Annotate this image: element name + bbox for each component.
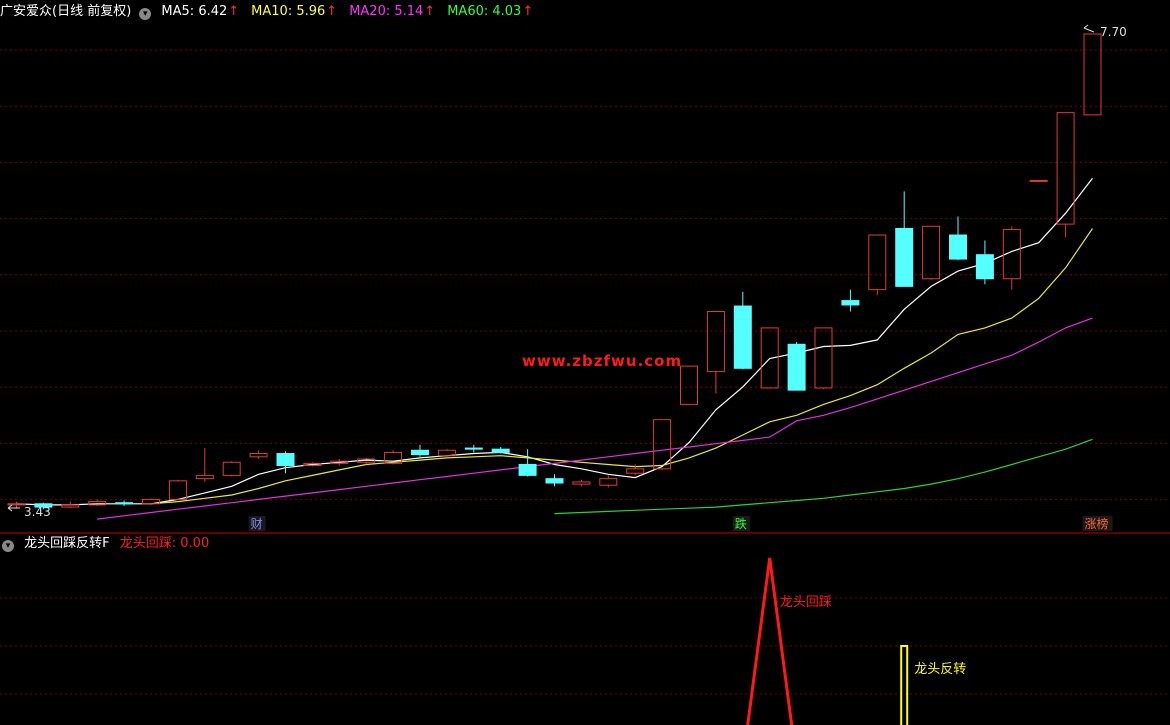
pointer-arrow-icon xyxy=(7,504,20,512)
candle xyxy=(680,365,698,405)
up-arrow-icon: ↑ xyxy=(228,4,240,19)
candle xyxy=(142,498,160,505)
event-tag: 涨榜 xyxy=(1085,516,1109,531)
low-price-label: 3.43 xyxy=(24,505,51,519)
candle-body xyxy=(841,300,860,306)
candle-body xyxy=(1029,179,1048,182)
candle xyxy=(1029,179,1048,182)
candle-body xyxy=(1056,112,1075,225)
candle-body xyxy=(411,449,429,456)
candle-body xyxy=(249,453,268,458)
stock-title: 广安爱众(日线 前复权) xyxy=(0,4,132,19)
candle-body xyxy=(491,448,510,453)
candle xyxy=(599,475,618,488)
candle xyxy=(7,501,26,509)
settings-circle-icon[interactable]: ▾ xyxy=(2,540,14,552)
candle-body xyxy=(276,453,295,467)
ma5-line xyxy=(16,177,1093,506)
candle-body xyxy=(975,254,994,280)
candle-body xyxy=(572,481,591,485)
candle xyxy=(545,474,564,487)
candle-body xyxy=(464,447,483,450)
candle-body xyxy=(787,343,806,391)
ma60-line xyxy=(554,438,1093,515)
candle xyxy=(61,501,80,509)
candle xyxy=(464,444,483,453)
candle-body xyxy=(545,478,564,484)
candle-body xyxy=(518,463,537,476)
candle xyxy=(1083,33,1102,116)
pointer-arrow-icon xyxy=(1083,24,1095,33)
candle xyxy=(115,500,134,506)
indicator-header: ▾ 龙头回踩反转F 龙头回踩: 0.00 xyxy=(0,534,215,554)
up-arrow-icon: ↑ xyxy=(326,4,338,19)
indicator-panel: 龙头回踩龙头反转 xyxy=(746,557,966,725)
indicator-name: 龙头回踩反转F xyxy=(24,536,110,551)
candle-body xyxy=(949,234,967,260)
fanzhuan-signal xyxy=(900,645,909,725)
candle-body xyxy=(168,480,187,500)
candle-body xyxy=(680,365,698,405)
candle xyxy=(491,446,510,454)
candle-body xyxy=(626,468,645,474)
candle xyxy=(733,291,752,370)
candle xyxy=(895,191,914,287)
candle-body xyxy=(599,478,618,486)
candle xyxy=(868,234,887,296)
candle-body xyxy=(814,327,833,389)
fanzhuan-label: 龙头反转 xyxy=(914,662,966,677)
candle xyxy=(437,449,456,457)
candle xyxy=(222,461,241,477)
candle xyxy=(975,240,994,285)
candle xyxy=(249,450,268,459)
candle-body xyxy=(706,311,725,373)
candle xyxy=(1002,226,1021,290)
candle xyxy=(411,444,429,457)
candle xyxy=(814,327,833,390)
huitai-label: 龙头回踩 xyxy=(780,595,832,610)
candles xyxy=(7,33,1102,510)
ma20-line xyxy=(97,317,1093,520)
ma-label-3: MA60: 4.03↑ xyxy=(447,4,534,19)
settings-circle-icon[interactable]: ▾ xyxy=(139,8,152,20)
candle-body xyxy=(222,461,241,476)
candle xyxy=(706,311,725,394)
main-header: 广安爱众(日线 前复权) ▾ MA5: 6.42↑ MA10: 5.96↑ MA20:… xyxy=(0,2,551,22)
candle xyxy=(841,289,860,312)
candle-body xyxy=(922,225,941,280)
candle-body xyxy=(115,502,134,505)
candle-body xyxy=(1083,33,1102,116)
high-price-label: 7.70 xyxy=(1100,25,1127,39)
candle xyxy=(276,451,295,474)
ma-label-2: MA20: 5.14↑ xyxy=(349,4,436,19)
up-arrow-icon: ↑ xyxy=(522,4,534,19)
candle xyxy=(653,419,672,470)
candle-body xyxy=(61,504,80,508)
moving-averages xyxy=(16,177,1093,520)
ma-label-1: MA10: 5.96↑ xyxy=(251,4,338,19)
candle xyxy=(922,225,941,280)
indicator-value: 龙头回踩: 0.00 xyxy=(119,536,210,551)
candle xyxy=(88,499,107,506)
chart-labels: 7.70 3.43 财 跌 涨榜 xyxy=(7,24,1127,531)
candle xyxy=(195,448,214,482)
candle-body xyxy=(733,305,752,369)
huitai-signal xyxy=(746,557,794,725)
candle-body xyxy=(195,474,214,480)
event-tag: 财 xyxy=(251,517,263,531)
candle xyxy=(949,216,967,261)
ma-label-0: MA5: 6.42↑ xyxy=(161,4,240,19)
candle-body xyxy=(895,227,914,287)
watermark: www.zbzfwu.com xyxy=(522,352,683,370)
candle xyxy=(518,449,537,477)
grid-lines xyxy=(0,49,1170,695)
candle xyxy=(787,342,806,391)
candle xyxy=(572,479,591,487)
up-arrow-icon: ↑ xyxy=(424,4,436,19)
event-tag: 跌 xyxy=(735,516,747,531)
candle-body xyxy=(868,234,887,291)
